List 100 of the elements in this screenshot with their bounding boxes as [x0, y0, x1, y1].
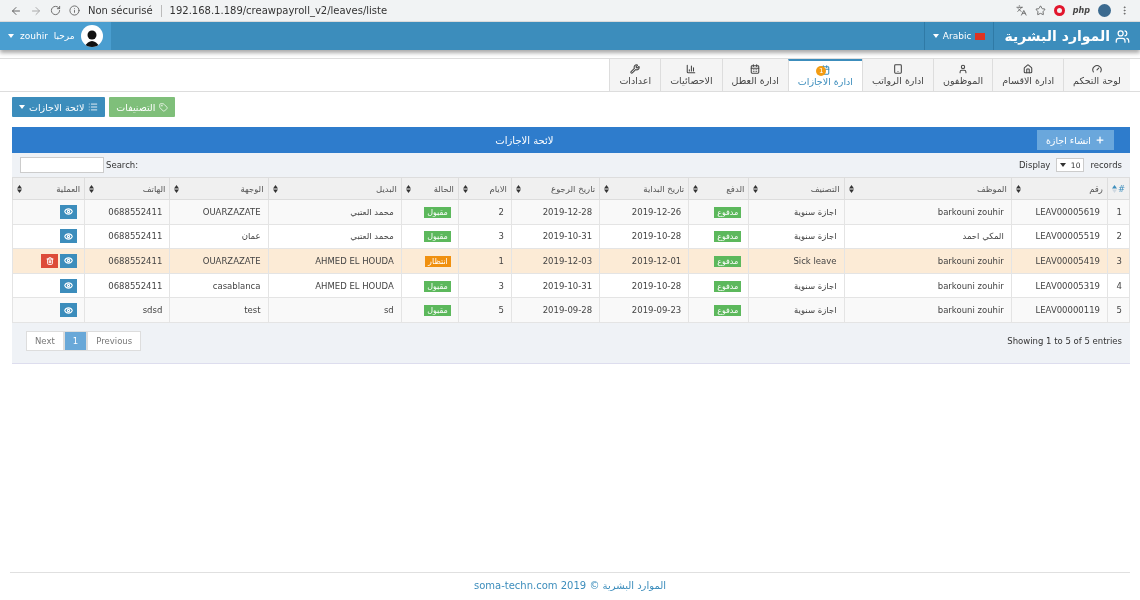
nav-tab[interactable]: ادارة الرواتب [861, 59, 933, 91]
profile-icon[interactable] [1098, 4, 1111, 17]
payment-label: مدفوع [714, 280, 742, 292]
search-label: Search: [106, 160, 139, 170]
reload-icon[interactable] [50, 5, 61, 16]
table-cell: Sick leave [748, 248, 844, 274]
eye-icon [64, 305, 74, 315]
calendar-icon [750, 64, 761, 74]
table-cell: LEAV00005519 [1011, 224, 1108, 249]
table-cell: sd [268, 297, 402, 323]
nav-tab[interactable]: ادارة العطل [721, 59, 788, 91]
nav-tab[interactable]: اعدادات [609, 59, 661, 91]
table-cell: 2019-09-28 [511, 297, 600, 323]
table-cell: LEAV00005619 [1011, 199, 1108, 225]
table-cell: 0688552411 [84, 224, 170, 249]
table-cell: اجازة سنوية [748, 224, 844, 249]
column-header[interactable]: الهاتف [84, 177, 170, 200]
address-text[interactable]: 192.168.1.189/creawpayroll_v2/leaves/liste [169, 5, 388, 16]
table-cell: 2019-12-26 [599, 199, 689, 225]
table-cell: اجازة سنوية [748, 199, 844, 225]
brand-title[interactable]: الموارد البشرية [993, 22, 1140, 50]
table-cell: barkouni zouhir [844, 248, 1012, 274]
view-button[interactable] [60, 253, 78, 268]
table-cell: 5 [1107, 297, 1130, 323]
status-label: مقبول [424, 206, 451, 218]
status-label: مقبول [424, 280, 451, 292]
nav-tab[interactable]: الموظفون [932, 59, 993, 91]
table-cell: barkouni zouhir [844, 273, 1012, 298]
column-header[interactable]: العملية [12, 177, 85, 200]
translate-icon[interactable] [1015, 5, 1027, 16]
view-button[interactable] [60, 278, 78, 293]
payment-label: مدفوع [714, 256, 742, 267]
table-cell: 0688552411 [84, 273, 170, 298]
nav-tab[interactable]: الاحصائيات [660, 59, 722, 91]
column-header[interactable]: الموظف [844, 177, 1012, 200]
back-icon[interactable] [10, 4, 22, 17]
eye-icon [64, 231, 74, 241]
column-header[interactable]: التصنيف [748, 177, 844, 200]
view-button[interactable] [60, 204, 78, 219]
footer-text: soma-techn.com 2019 © الموارد البشرية [474, 580, 666, 591]
view-button[interactable] [60, 303, 78, 318]
table-cell: 5 [458, 297, 512, 323]
status-label: مقبول [424, 231, 451, 243]
page-button[interactable]: Next [26, 330, 64, 351]
table-cell: 3 [458, 273, 512, 298]
table-cell: AHMED EL HOUDA [268, 248, 402, 274]
eye-icon [64, 256, 74, 266]
table-cell: 2019-12-01 [599, 248, 689, 274]
records-label: records [1090, 160, 1122, 170]
column-header[interactable]: رقم [1011, 177, 1108, 200]
column-header[interactable]: الدفع [688, 177, 749, 200]
view-button[interactable] [60, 229, 78, 244]
table-cell: test [169, 297, 268, 323]
trash-icon [45, 257, 54, 266]
list-icon [88, 102, 99, 112]
table-cell: OUARZAZATE [169, 248, 268, 274]
status-label: انتظار [425, 256, 451, 267]
flag-icon [975, 32, 986, 40]
column-header[interactable]: الوجهة [169, 177, 268, 200]
table-cell: اجازة سنوية [748, 297, 844, 323]
table-cell: محمد العتبي [268, 224, 402, 249]
avatar-icon [80, 25, 103, 47]
payment-label: مدفوع [714, 231, 742, 243]
column-header[interactable]: تاريخ الرجوع [511, 177, 600, 200]
table-cell: OUARZAZATE [169, 199, 268, 225]
language-menu[interactable]: Arabic [923, 22, 994, 50]
table-cell: 2 [1107, 224, 1130, 249]
table-cell: 2019-12-03 [511, 248, 600, 274]
tag-icon [159, 102, 169, 112]
page-button[interactable]: Previous [87, 330, 142, 351]
table-cell: 2019-10-31 [511, 273, 600, 298]
table-cell: 1 [458, 248, 512, 274]
column-header[interactable]: تاريخ البداية [599, 177, 689, 200]
table-cell: LEAV00000119 [1011, 297, 1108, 323]
delete-button[interactable] [41, 254, 59, 269]
leaves-list-button[interactable]: لائحة الاجازات [12, 97, 106, 117]
gauge-icon [1092, 64, 1103, 74]
plus-icon [1095, 135, 1105, 145]
column-header[interactable]: الايام [458, 177, 512, 200]
column-header[interactable]: البديل [268, 177, 402, 200]
extension-label[interactable]: php [1072, 6, 1090, 15]
table-cell: LEAV00005419 [1011, 248, 1108, 274]
ring-icon[interactable] [1053, 5, 1065, 16]
table-cell: 1 [1107, 199, 1130, 225]
eye-icon [64, 281, 74, 291]
nav-tab[interactable]: ادارة الاقسام [992, 59, 1064, 91]
table-cell: LEAV00005319 [1011, 273, 1108, 298]
table-cell: اجازة سنوية [748, 273, 844, 298]
search-field[interactable] [20, 157, 104, 173]
entries-info: Showing 1 to 5 of 5 entries [1007, 335, 1122, 346]
home-icon [1023, 64, 1034, 74]
table-cell: 4 [1107, 273, 1130, 298]
users-icon [1115, 28, 1130, 44]
star-icon[interactable] [1034, 5, 1046, 16]
column-header[interactable]: الحالة [401, 177, 459, 200]
table-cell: المكي احمد [844, 224, 1012, 249]
security-label: Non sécurisé [88, 5, 153, 16]
table-cell: عمان [169, 224, 268, 249]
nav-tab[interactable]: لوحة التحكم [1063, 59, 1130, 91]
info-icon[interactable] [69, 5, 80, 16]
